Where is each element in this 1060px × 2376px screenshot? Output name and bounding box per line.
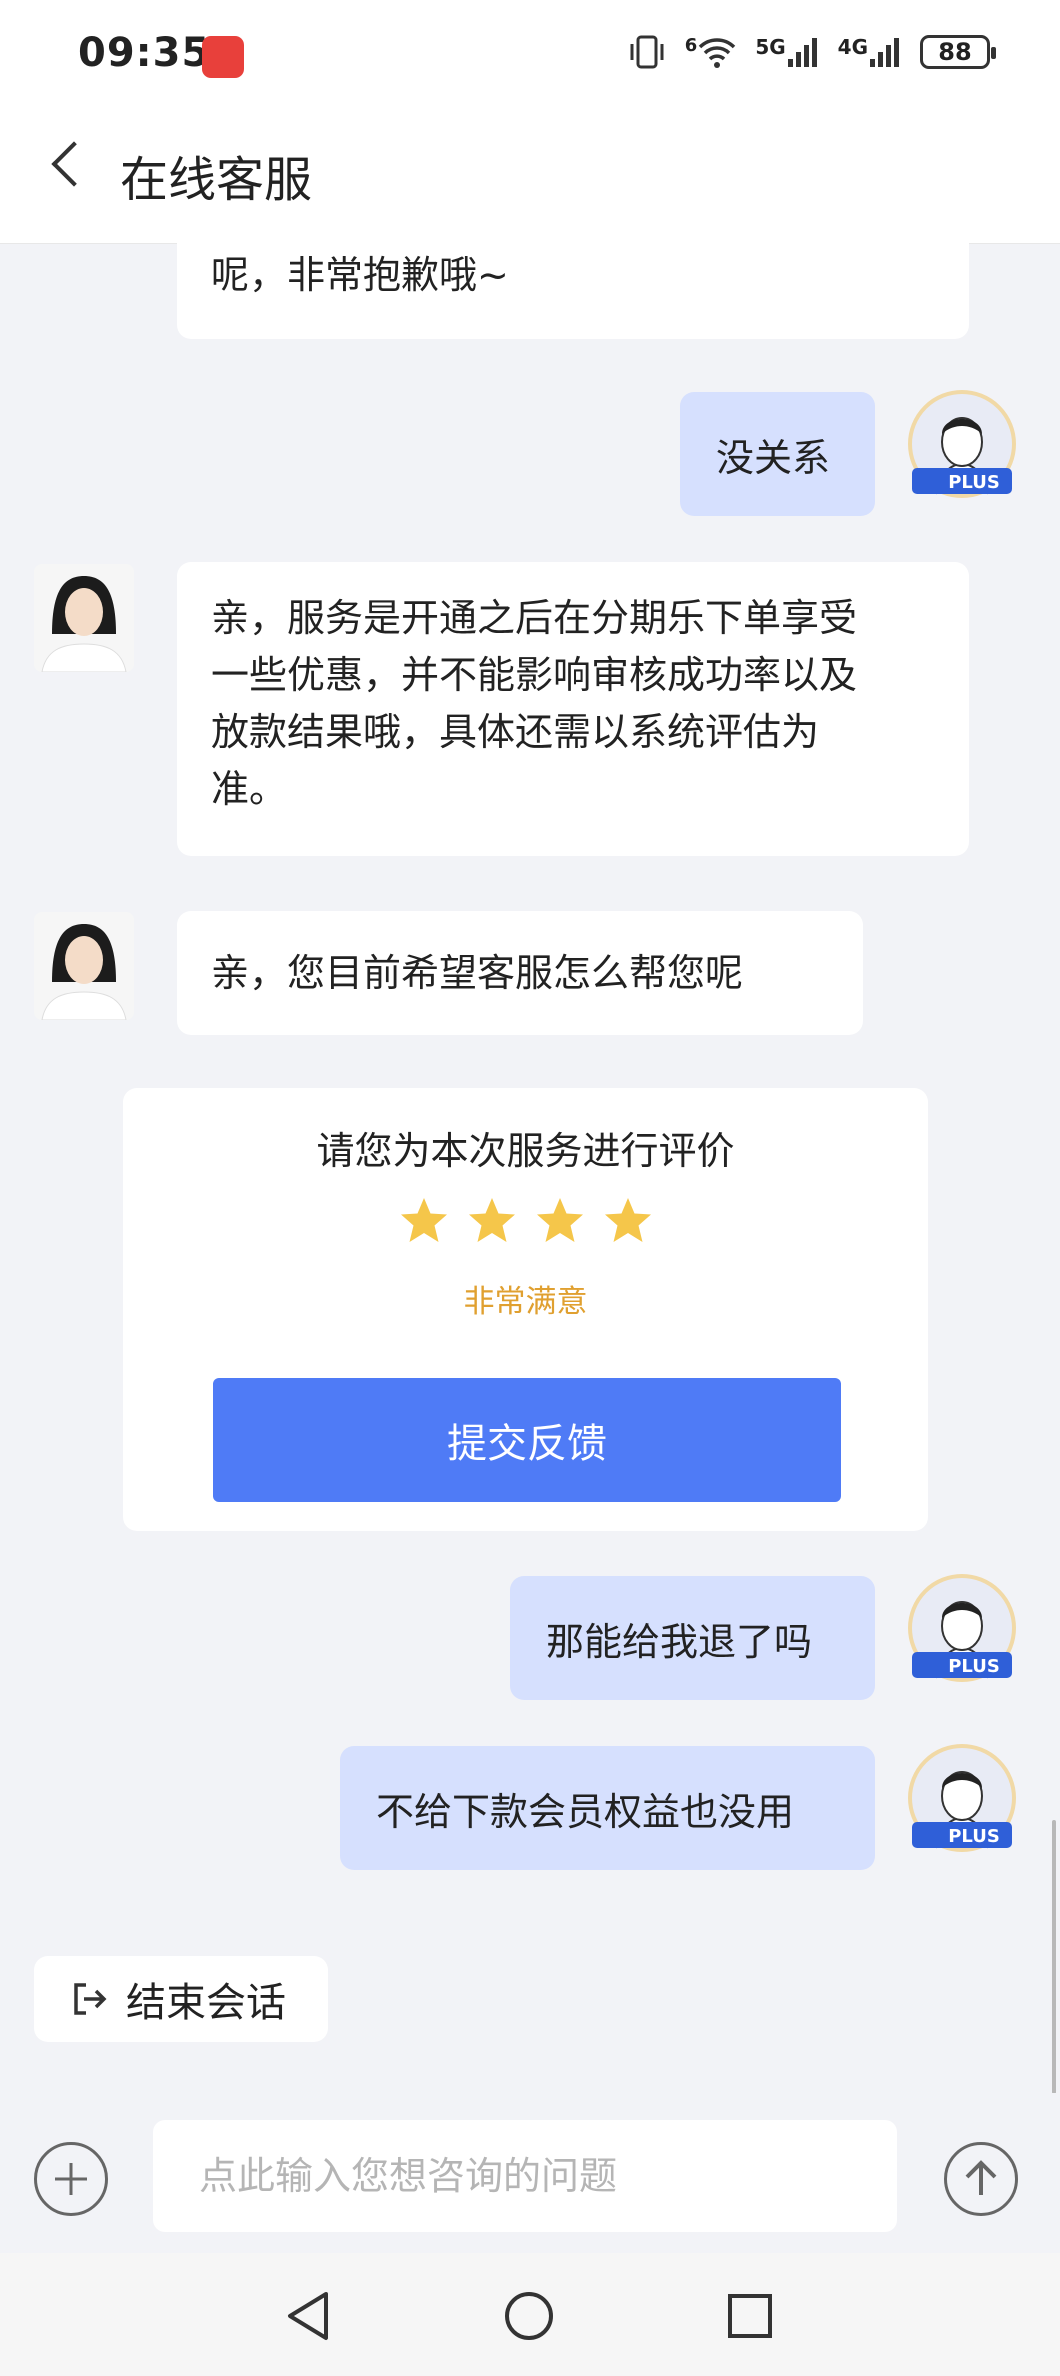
app-notification-icon xyxy=(202,36,244,78)
message-line: 放款结果哦，具体还需以系统评估为 xyxy=(211,710,820,754)
nav-back-icon[interactable] xyxy=(282,2288,334,2344)
message-input[interactable] xyxy=(153,2120,897,2232)
page-title: 在线客服 xyxy=(120,152,313,208)
agent-message-bubble: 亲，服务是开通之后在分期乐下单享受 一些优惠，并不能影响审核成功率以及 放款结果… xyxy=(177,562,969,856)
user-avatar: PLUS xyxy=(908,1574,1016,1682)
message-line: 亲，服务是开通之后在分期乐下单享受 xyxy=(211,596,858,640)
network-label-5g: 5G xyxy=(755,35,786,59)
agent-avatar xyxy=(34,912,134,1020)
message-text: 那能给我退了吗 xyxy=(546,1619,813,1664)
user-message-bubble: 没关系 xyxy=(680,392,875,516)
signal-icon xyxy=(870,38,899,67)
wifi-icon xyxy=(699,38,736,68)
message-text: 亲，您目前希望客服怎么帮您呢 xyxy=(211,950,744,995)
arrow-up-icon xyxy=(965,2160,997,2195)
star-icon[interactable] xyxy=(535,1196,585,1246)
rating-title: 请您为本次服务进行评价 xyxy=(316,1129,735,1173)
network-label-4g: 4G xyxy=(837,35,868,59)
signal-icon xyxy=(787,38,817,67)
rating-stars xyxy=(123,1196,928,1246)
end-session-label: 结束会话 xyxy=(126,1980,286,2026)
agent-avatar xyxy=(34,564,134,672)
user-avatar: PLUS xyxy=(908,1744,1016,1852)
user-message-bubble: 不给下款会员权益也没用 xyxy=(340,1746,875,1870)
status-time: 09:35 xyxy=(78,30,211,76)
end-session-button[interactable]: 结束会话 xyxy=(34,1956,328,2042)
message-text: 呢，非常抱歉哦~ xyxy=(211,253,509,297)
nav-home-icon[interactable] xyxy=(503,2290,555,2342)
message-line: 准。 xyxy=(211,767,288,811)
star-icon[interactable] xyxy=(603,1196,653,1246)
message-line: 一些优惠，并不能影响审核成功率以及 xyxy=(211,653,858,697)
vibrate-icon xyxy=(630,35,664,69)
rating-card: 请您为本次服务进行评价 非常满意 提交反馈 xyxy=(123,1088,928,1531)
rating-result-label: 非常满意 xyxy=(463,1284,588,1320)
add-attachment-button[interactable] xyxy=(34,2142,108,2216)
battery-level: 88 xyxy=(938,38,972,66)
scrollbar[interactable] xyxy=(1052,1820,1056,2094)
star-icon[interactable] xyxy=(399,1196,449,1246)
wifi-label: 6 xyxy=(684,35,698,56)
message-text: 不给下款会员权益也没用 xyxy=(376,1789,795,1834)
nav-recents-icon[interactable] xyxy=(726,2292,774,2340)
plus-badge: PLUS xyxy=(948,472,1000,493)
send-button[interactable] xyxy=(944,2142,1018,2216)
agent-message-bubble: 亲，您目前希望客服怎么帮您呢 xyxy=(177,911,863,1035)
submit-feedback-button[interactable]: 提交反馈 xyxy=(213,1378,841,1502)
logout-icon xyxy=(74,1983,107,2015)
status-icons: 6 5G 4G 88 xyxy=(627,34,996,70)
agent-message-bubble: 呢，非常抱歉哦~ xyxy=(177,243,969,339)
star-icon[interactable] xyxy=(467,1196,517,1246)
message-text: 没关系 xyxy=(716,435,831,480)
user-message-bubble: 那能给我退了吗 xyxy=(510,1576,875,1700)
plus-badge: PLUS xyxy=(948,1656,1000,1677)
user-avatar: PLUS xyxy=(908,390,1016,498)
battery-icon: 88 xyxy=(920,35,996,69)
plus-badge: PLUS xyxy=(948,1826,1000,1847)
